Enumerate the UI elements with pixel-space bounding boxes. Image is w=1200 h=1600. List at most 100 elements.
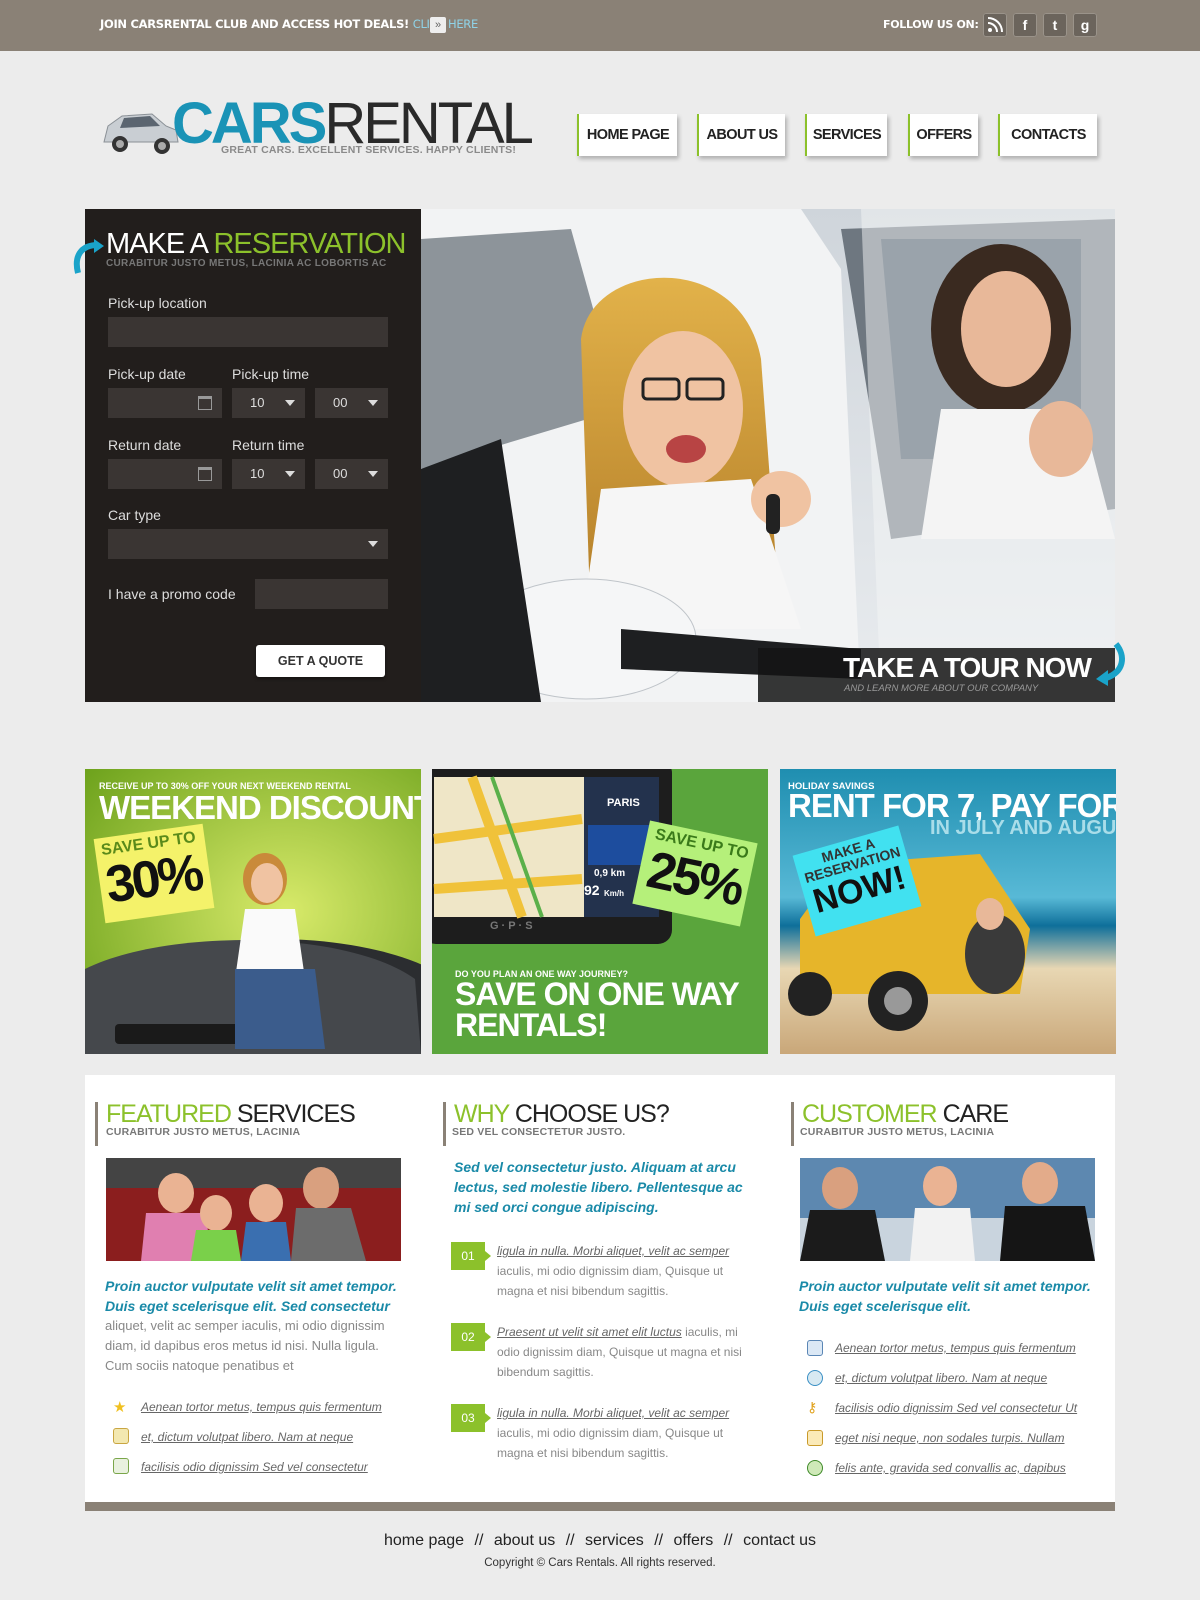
return-minute-select[interactable]: 00 <box>315 459 388 489</box>
featured-heading-part1: FEATURED <box>106 1100 237 1128</box>
return-date-label: Return date <box>108 437 182 453</box>
gps-brand: G·P·S <box>490 920 536 932</box>
footer-link-contact[interactable]: contact us <box>743 1532 816 1549</box>
customer-service-image <box>800 1158 1095 1261</box>
nav-offers[interactable]: OFFERS <box>908 114 978 156</box>
footer-link-home[interactable]: home page <box>384 1532 464 1549</box>
hero-image <box>421 209 1115 702</box>
pickup-date-input[interactable] <box>108 388 222 418</box>
care-item-2[interactable]: et, dictum volutpat libero. Nam at neque <box>835 1371 1047 1385</box>
step-2-link[interactable]: Praesent ut velit sit amet elit luctus <box>497 1325 682 1339</box>
return-minute-value: 00 <box>333 466 348 481</box>
content-bottom-bar <box>85 1502 1115 1511</box>
nav-about-us[interactable]: ABOUT US <box>697 114 785 156</box>
reservation-title-part1: MAKE A <box>106 228 214 260</box>
get-quote-button[interactable]: GET A QUOTE <box>256 645 385 677</box>
footer-link-offers[interactable]: offers <box>674 1532 714 1549</box>
double-chevron-right-icon[interactable]: » <box>430 17 446 33</box>
save-30-badge: SAVE UP TO 30% <box>93 823 215 924</box>
pickup-hour-select[interactable]: 10 <box>232 388 305 418</box>
brand-tagline: GREAT CARS. EXCELLENT SERVICES. HAPPY CL… <box>221 144 517 156</box>
why-heading-part2: CHOOSE US? <box>514 1100 670 1128</box>
promo-holiday-savings[interactable]: HOLIDAY SAVINGS RENT FOR 7, PAY FOR 5 IN… <box>780 769 1116 1054</box>
care-subtitle: CURABITUR JUSTO METUS, LACINIA <box>800 1126 995 1138</box>
care-item-4[interactable]: eget nisi neque, non sodales turpis. Nul… <box>835 1431 1064 1445</box>
rss-icon[interactable] <box>983 13 1007 37</box>
pickup-location-input[interactable] <box>108 317 388 347</box>
calendar-icon[interactable] <box>198 396 212 410</box>
promo-code-label: I have a promo code <box>108 586 236 602</box>
care-heading-part1: CUSTOMER <box>802 1100 943 1128</box>
why-heading-part1: WHY <box>454 1100 515 1128</box>
step-3-text: ligula in nulla. Morbi aliquet, velit ac… <box>497 1403 752 1463</box>
step-1-text: ligula in nulla. Morbi aliquet, velit ac… <box>497 1241 752 1301</box>
featured-item-2[interactable]: et, dictum volutpat libero. Nam at neque <box>141 1430 353 1444</box>
promo-weekend-discount[interactable]: RECEIVE UP TO 30% OFF YOUR NEXT WEEKEND … <box>85 769 421 1054</box>
step-number-1: 01 <box>451 1242 491 1270</box>
pickup-date-label: Pick-up date <box>108 366 186 382</box>
family-in-car-image <box>106 1158 401 1261</box>
return-date-input[interactable] <box>108 459 222 489</box>
return-hour-value: 10 <box>250 466 265 481</box>
document-add-icon <box>113 1458 129 1474</box>
pickup-minute-value: 00 <box>333 395 348 410</box>
step-1-body: iaculis, mi odio dignissim diam, Quisque… <box>497 1264 724 1298</box>
pickup-minute-select[interactable]: 00 <box>315 388 388 418</box>
care-item-3[interactable]: facilisis odio dignissim Sed vel consect… <box>835 1401 1077 1415</box>
twitter-icon[interactable]: t <box>1043 13 1067 37</box>
club-promo-text: JOIN CARSRENTAL CLUB AND ACCESS HOT DEAL… <box>100 17 478 31</box>
gps-distance: 0,9 km <box>594 868 626 879</box>
step-1-link[interactable]: ligula in nulla. Morbi aliquet, velit ac… <box>497 1244 729 1258</box>
nav-home-page[interactable]: HOME PAGE <box>577 114 677 156</box>
folder-icon <box>807 1430 823 1446</box>
facebook-icon[interactable]: f <box>1013 13 1037 37</box>
footer-separator: // <box>654 1532 664 1549</box>
featured-body: aliquet, velit ac semper iaculis, mi odi… <box>105 1318 385 1373</box>
chevron-down-icon <box>285 400 295 406</box>
club-promo-label: JOIN CARSRENTAL CLUB AND ACCESS HOT DEAL… <box>100 17 409 31</box>
care-item-1[interactable]: Aenean tortor metus, tempus quis ferment… <box>835 1341 1076 1355</box>
return-time-label: Return time <box>232 437 305 453</box>
tour-title[interactable]: TAKE A TOUR NOW <box>843 652 1092 684</box>
weekend-title: WEEKEND DISCOUNT! <box>99 789 421 826</box>
chevron-down-icon <box>368 400 378 406</box>
nav-services[interactable]: SERVICES <box>805 114 887 156</box>
featured-item-1[interactable]: Aenean tortor metus, tempus quis ferment… <box>141 1400 382 1414</box>
car-type-select[interactable] <box>108 529 388 559</box>
footer-link-services[interactable]: services <box>585 1532 644 1549</box>
why-heading: WHY CHOOSE US? <box>443 1100 670 1146</box>
step-3-body: iaculis, mi odio dignissim diam, Quisque… <box>497 1426 724 1460</box>
step-3-link[interactable]: ligula in nulla. Morbi aliquet, velit ac… <box>497 1406 729 1420</box>
step-2-text: Praesent ut velit sit amet elit luctus i… <box>497 1322 752 1382</box>
pickup-hour-value: 10 <box>250 395 265 410</box>
nav-contacts[interactable]: CONTACTS <box>998 114 1097 156</box>
chevron-down-icon <box>285 471 295 477</box>
step-number-3: 03 <box>451 1404 491 1432</box>
footer-separator: // <box>474 1532 484 1549</box>
step-number-2: 02 <box>451 1323 491 1351</box>
footer-separator: // <box>565 1532 575 1549</box>
copyright: Copyright © Cars Rentals. All rights res… <box>484 1557 716 1569</box>
logo-car-icon <box>103 113 179 154</box>
refresh-icon <box>807 1460 823 1476</box>
google-icon[interactable]: g <box>1073 13 1097 37</box>
return-hour-select[interactable]: 10 <box>232 459 305 489</box>
footer-link-about[interactable]: about us <box>494 1532 555 1549</box>
reservation-title-part2: RESERVATION <box>213 228 406 260</box>
curved-arrow-icon <box>1096 642 1125 686</box>
care-item-5[interactable]: felis ante, gravida sed convallis ac, da… <box>835 1461 1066 1475</box>
footer-separator: // <box>723 1532 733 1549</box>
holiday-subtitle: IN JULY AND AUGUST <box>930 817 1116 839</box>
promo-code-input[interactable] <box>255 579 388 609</box>
calendar-icon[interactable] <box>198 467 212 481</box>
featured-subtitle: CURABITUR JUSTO METUS, LACINIA <box>106 1126 301 1138</box>
save-value: 30% <box>102 843 205 915</box>
globe-icon <box>807 1370 823 1386</box>
gps-speed: 92 <box>584 882 600 898</box>
featured-item-3[interactable]: facilisis odio dignissim Sed vel consect… <box>141 1460 368 1474</box>
reservation-panel <box>85 209 421 702</box>
care-intro: Proin auctor vulputate velit sit amet te… <box>799 1278 1091 1314</box>
document-edit-icon <box>113 1428 129 1444</box>
follow-us-label: FOLLOW US ON: <box>883 18 979 31</box>
promo-one-way[interactable]: PARIS 0,9 km 92 Km/h G·P·S SAVE UP TO 25… <box>432 769 768 1054</box>
